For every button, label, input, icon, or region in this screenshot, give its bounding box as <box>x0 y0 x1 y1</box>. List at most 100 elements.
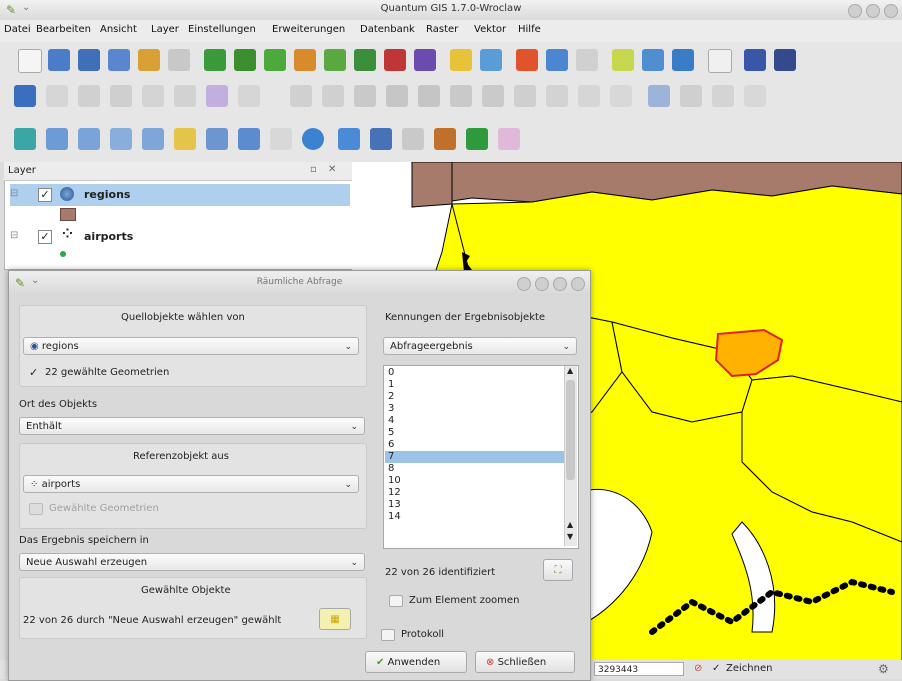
add-vector-layer-icon[interactable] <box>204 49 226 71</box>
list-item[interactable]: 0 <box>385 367 564 379</box>
menu-datenbank[interactable]: Datenbank <box>360 24 415 35</box>
add-raster-layer-icon[interactable] <box>234 49 256 71</box>
menu-erweiterungen[interactable]: Erweiterungen <box>272 24 345 35</box>
measure-area-icon[interactable] <box>466 128 488 150</box>
reference-selected-checkbox[interactable] <box>29 503 43 515</box>
menu-layer[interactable]: Layer <box>151 24 179 35</box>
dialog-maximize-button[interactable] <box>553 277 567 291</box>
rotate-symbol-icon[interactable] <box>610 85 632 107</box>
zoom-selection-icon[interactable] <box>174 128 196 150</box>
rotate-point-icon[interactable] <box>680 85 702 107</box>
result-ids-list[interactable]: 0 1 2 3 4 5 6 7 8 10 12 13 14 ▲ ▲ ▼ <box>383 365 579 549</box>
delete-part-icon[interactable] <box>482 85 504 107</box>
identify-icon[interactable] <box>338 128 360 150</box>
menu-ansicht[interactable]: Ansicht <box>100 24 137 35</box>
whats-this-icon[interactable] <box>774 49 796 71</box>
add-ring-icon[interactable] <box>386 85 408 107</box>
add-wms-layer-icon[interactable] <box>324 49 346 71</box>
new-vector-layer-icon[interactable] <box>414 49 436 71</box>
coordinate-field[interactable]: 3293443 <box>594 662 684 676</box>
zoom-full-icon[interactable] <box>110 128 132 150</box>
deselect-icon[interactable] <box>402 128 424 150</box>
list-item[interactable]: 8 <box>385 463 564 475</box>
list-item[interactable]: 2 <box>385 391 564 403</box>
text-annotation-icon[interactable] <box>708 49 732 73</box>
identify-dropdown-icon[interactable] <box>480 49 502 71</box>
delete-ring-icon[interactable] <box>450 85 472 107</box>
source-layer-select[interactable]: ◉ regions ⌄ <box>23 337 359 355</box>
list-item[interactable]: 3 <box>385 403 564 415</box>
close-button[interactable]: ⊗ Schließen <box>475 651 575 673</box>
ruler-icon[interactable] <box>744 85 766 107</box>
edit-pencil-icon[interactable] <box>14 85 36 107</box>
result-ids-select[interactable]: Abfrageergebnis ⌄ <box>383 337 577 355</box>
measure-line-icon[interactable] <box>434 128 456 150</box>
list-item[interactable]: 13 <box>385 499 564 511</box>
simplify-feature-icon[interactable] <box>354 85 376 107</box>
list-item[interactable]: 4 <box>385 415 564 427</box>
save-edits-icon[interactable] <box>46 85 68 107</box>
plugin-python-icon[interactable] <box>450 49 472 71</box>
undo-icon[interactable] <box>290 85 312 107</box>
save-project-icon[interactable] <box>78 49 100 71</box>
menu-hilfe[interactable]: Hilfe <box>518 24 541 35</box>
scroll-down-icon[interactable]: ▼ <box>567 532 573 541</box>
open-project-icon[interactable] <box>48 49 70 71</box>
zoom-to-element-checkbox[interactable] <box>389 595 403 607</box>
composer-icon[interactable] <box>138 49 160 71</box>
selected-geometries-checkbox[interactable]: ✓ <box>29 366 38 379</box>
capture-point-icon[interactable] <box>78 85 100 107</box>
fill-ring-icon[interactable] <box>712 85 734 107</box>
select-features-icon[interactable] <box>370 128 392 150</box>
zoom-layer-icon[interactable] <box>142 128 164 150</box>
list-item[interactable]: 1 <box>385 379 564 391</box>
list-scrollbar[interactable]: ▲ ▲ ▼ <box>564 366 577 546</box>
menu-einstellungen[interactable]: Einstellungen <box>188 24 256 35</box>
remove-layer-icon[interactable] <box>384 49 406 71</box>
capture-polygon-icon[interactable] <box>142 85 164 107</box>
capture-line-icon[interactable] <box>110 85 132 107</box>
scroll-up-icon[interactable]: ▲ <box>567 520 573 529</box>
list-item[interactable]: 6 <box>385 439 564 451</box>
map-tips-icon[interactable] <box>612 49 634 71</box>
help-pointer-icon[interactable] <box>744 49 766 71</box>
add-part-icon[interactable] <box>418 85 440 107</box>
split-features-icon[interactable] <box>546 85 568 107</box>
merge-features-icon[interactable] <box>578 85 600 107</box>
reference-layer-select[interactable]: ⁘ airports ⌄ <box>23 475 359 493</box>
pan-icon[interactable] <box>14 128 36 150</box>
layer-item-regions[interactable]: ⊟ ✓ regions <box>10 184 350 206</box>
scrollbar-thumb[interactable] <box>566 380 575 480</box>
zoom-in-icon[interactable] <box>46 128 68 150</box>
measure-dropdown-icon[interactable] <box>576 49 598 71</box>
delete-selected-icon[interactable] <box>238 85 260 107</box>
offset-curve-icon[interactable] <box>648 85 670 107</box>
list-item[interactable]: 12 <box>385 487 564 499</box>
zoom-to-item-button[interactable]: ⛶ <box>543 559 573 581</box>
dialog-close-button[interactable] <box>571 277 585 291</box>
layer-item-airports[interactable]: ⊟ ✓ ⁘ airports <box>10 226 350 248</box>
attribute-table-icon[interactable] <box>546 49 568 71</box>
gps-icon[interactable] <box>516 49 538 71</box>
zoom-last-icon[interactable] <box>206 128 228 150</box>
add-postgis-layer-icon[interactable] <box>264 49 286 71</box>
layer-airports-checkbox[interactable]: ✓ <box>38 230 52 244</box>
list-item[interactable]: 14 <box>385 511 564 523</box>
dialog-shade-button[interactable] <box>517 277 531 291</box>
redo-icon[interactable] <box>322 85 344 107</box>
print-icon[interactable] <box>168 49 190 71</box>
apply-button[interactable]: ✔ Anwenden <box>365 651 467 673</box>
expand-icon[interactable]: ⊟ <box>10 188 18 199</box>
location-select[interactable]: Enthält ⌄ <box>19 417 365 435</box>
bookmark-icon[interactable] <box>642 49 664 71</box>
zoom-next-icon[interactable] <box>238 128 260 150</box>
render-checkbox[interactable]: ✓ <box>712 663 720 674</box>
map-tip-icon[interactable] <box>498 128 520 150</box>
add-spatialite-layer-icon[interactable] <box>294 49 316 71</box>
move-feature-icon[interactable] <box>174 85 196 107</box>
zoom-out-icon[interactable] <box>78 128 100 150</box>
close-window-button[interactable] <box>884 4 898 18</box>
dialog-minimize-button[interactable] <box>535 277 549 291</box>
list-item-selected[interactable]: 7 <box>385 451 564 463</box>
show-selection-button[interactable]: ▦ <box>319 608 351 630</box>
